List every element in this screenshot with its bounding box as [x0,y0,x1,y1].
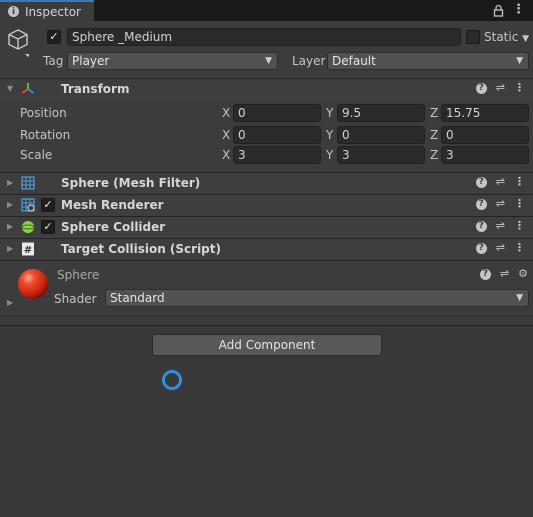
object-name-input[interactable]: Sphere _Medium [67,28,461,46]
scale-label: Scale [20,148,53,162]
transform-icon [21,83,35,94]
component-menu-icon[interactable]: ⋮ [514,198,525,210]
help-icon[interactable]: ? [475,176,487,188]
layer-dropdown[interactable]: Default ▼ [327,52,529,70]
loading-spinner-icon [162,370,182,390]
fold-closed-icon[interactable]: ▶ [7,222,13,231]
presets-icon[interactable]: ⇌ [496,220,505,232]
mesh-renderer-header[interactable]: ▶ ✓ Mesh Renderer ? ⇌ ⋮ [0,195,533,216]
material-sphere-icon[interactable] [16,267,50,301]
shader-label: Shader [54,292,97,306]
position-x-field[interactable]: 0 [233,104,321,122]
divider [0,316,533,317]
position-y-field[interactable]: 9.5 [337,104,425,122]
gameobject-cube-icon[interactable] [7,28,29,58]
mesh-renderer-title: Mesh Renderer [61,198,164,212]
position-label: Position [20,106,67,120]
presets-icon[interactable]: ⇌ [496,198,505,210]
gear-icon[interactable]: ⚙ [518,268,528,280]
help-icon[interactable]: ? [475,82,487,94]
position-z-field[interactable]: 15.75 [441,104,529,122]
static-label: Static [484,30,519,44]
component-menu-icon[interactable]: ⋮ [514,220,525,232]
sphere-collider-header[interactable]: ▶ ✓ Sphere Collider ? ⇌ ⋮ [0,217,533,238]
tab-bar: i Inspector ⋮ [0,0,533,21]
tag-label: Tag [43,54,64,68]
fold-closed-icon[interactable]: ▶ [7,178,13,187]
target-collision-header[interactable]: ▶ # Target Collision (Script) ? ⇌ ⋮ [0,239,533,260]
help-icon[interactable]: ? [475,198,487,210]
transform-header[interactable]: ▼ Transform ? ⇌ ⋮ [0,79,533,100]
mesh-filter-header[interactable]: ▶ Sphere (Mesh Filter) ? ⇌ ⋮ [0,173,533,194]
axis-z-label[interactable]: Z [430,127,438,143]
script-icon: # [22,242,34,256]
object-active-checkbox[interactable]: ✓ [47,30,61,44]
rotation-label: Rotation [20,128,71,142]
mesh-renderer-icon [21,198,35,212]
layer-value: Default [332,54,376,68]
scale-x-field[interactable]: 3 [233,146,321,164]
mesh-filter-icon [21,176,35,190]
component-menu-icon[interactable]: ⋮ [514,176,525,188]
fold-closed-icon[interactable]: ▶ [7,244,13,253]
mesh-renderer-enabled-checkbox[interactable]: ✓ [41,198,55,212]
layer-label: Layer [292,54,326,68]
divider [0,260,533,261]
help-icon[interactable]: ? [475,242,487,254]
panel-menu-icon[interactable]: ⋮ [512,2,525,17]
component-menu-icon[interactable]: ⋮ [514,82,525,94]
fold-closed-icon[interactable]: ▶ [7,298,13,307]
axis-y-label[interactable]: Y [326,127,333,143]
chevron-down-icon: ▼ [265,56,272,66]
lock-icon[interactable] [493,4,504,17]
shader-value: Standard [110,291,165,305]
fold-closed-icon[interactable]: ▶ [7,200,13,209]
tab-title: Inspector [25,4,81,19]
scale-z-field[interactable]: 3 [441,146,529,164]
sphere-collider-enabled-checkbox[interactable]: ✓ [41,220,55,234]
axis-z-label[interactable]: Z [430,105,438,121]
help-icon[interactable]: ? [479,268,491,280]
chevron-down-icon: ▼ [516,293,523,303]
axis-x-label[interactable]: X [222,147,230,163]
rotation-x-field[interactable]: 0 [233,126,321,144]
inspector-panel: ✓ Sphere _Medium Static ▼ Tag Player ▼ L… [0,21,533,517]
fold-open-icon[interactable]: ▼ [7,84,13,93]
axis-x-label[interactable]: X [222,127,230,143]
presets-icon[interactable]: ⇌ [500,268,509,280]
axis-x-label[interactable]: X [222,105,230,121]
presets-icon[interactable]: ⇌ [496,176,505,188]
tag-dropdown[interactable]: Player ▼ [67,52,278,70]
axis-y-label[interactable]: Y [326,147,333,163]
add-component-button[interactable]: Add Component [152,334,382,356]
sphere-collider-icon [21,221,35,233]
rotation-y-field[interactable]: 0 [337,126,425,144]
chevron-down-icon: ▼ [516,56,523,66]
static-checkbox[interactable] [466,30,480,44]
svg-text:#: # [24,245,32,256]
static-dropdown[interactable]: Static ▼ [484,29,529,47]
tab-inspector[interactable]: i Inspector [0,0,94,21]
transform-title: Transform [61,82,130,96]
rotation-z-field[interactable]: 0 [441,126,529,144]
target-collision-title: Target Collision (Script) [61,242,221,256]
sphere-collider-title: Sphere Collider [61,220,166,234]
info-icon: i [8,6,19,17]
axis-z-label[interactable]: Z [430,147,438,163]
mesh-filter-title: Sphere (Mesh Filter) [61,176,201,190]
chevron-down-icon: ▼ [522,34,530,44]
help-icon[interactable]: ? [475,220,487,232]
scale-y-field[interactable]: 3 [337,146,425,164]
shader-dropdown[interactable]: Standard ▼ [105,289,529,307]
presets-icon[interactable]: ⇌ [496,82,505,94]
tag-value: Player [72,54,110,68]
axis-y-label[interactable]: Y [326,105,333,121]
presets-icon[interactable]: ⇌ [496,242,505,254]
component-menu-icon[interactable]: ⋮ [514,242,525,254]
material-name: Sphere [57,268,100,282]
